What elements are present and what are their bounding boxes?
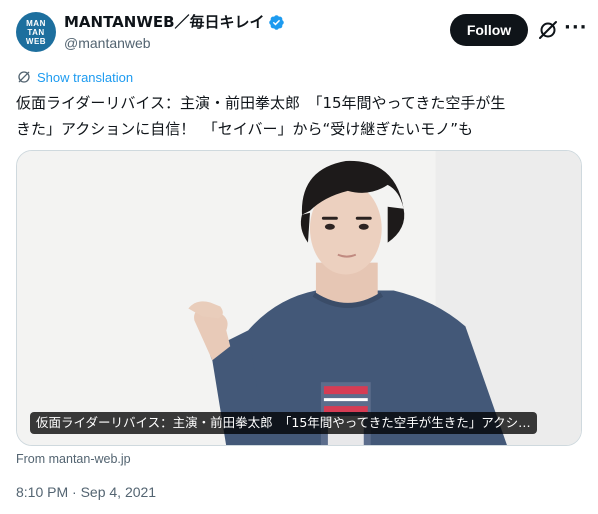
article-photo	[17, 151, 581, 445]
grok-icon[interactable]	[536, 18, 560, 42]
author-block: MANTANWEB／毎日キレイ @mantanweb	[64, 12, 285, 53]
avatar[interactable]: MAN TAN WEB	[16, 12, 56, 52]
show-translation-link[interactable]: Show translation	[16, 69, 133, 85]
link-card[interactable]: 仮面ライダーリバイス：主演・前田拳太郎 「15年間やってきた空手が生きた」アクシ…	[16, 150, 582, 446]
follow-button[interactable]: Follow	[450, 14, 528, 46]
author-handle[interactable]: @mantanweb	[64, 33, 285, 53]
tweet-text: 仮面ライダーリバイス：主演・前田拳太郎 「15年間やってきた空手が生 きた」アク…	[16, 90, 582, 142]
tweet-timestamp[interactable]: 8:10 PM · Sep 4, 2021	[16, 484, 156, 500]
tweet-text-line-2: きた」アクションに自信！ 「セイバー」から“受け継ぎたいモノ”も	[16, 120, 473, 138]
author-name-row[interactable]: MANTANWEB／毎日キレイ	[64, 12, 285, 32]
avatar-line-2: TAN	[27, 27, 45, 37]
tweet-text-line-1: 仮面ライダーリバイス：主演・前田拳太郎 「15年間やってきた空手が生	[16, 94, 506, 112]
author-display-name[interactable]: MANTANWEB／毎日キレイ	[64, 12, 265, 32]
avatar-line-1: MAN	[26, 18, 46, 28]
translate-icon	[18, 71, 30, 83]
more-options-icon[interactable]: ···	[564, 18, 587, 42]
card-title-overlay[interactable]: 仮面ライダーリバイス：主演・前田拳太郎 「15年間やってきた空手が生きた」アクシ…	[30, 412, 537, 434]
show-translation-label[interactable]: Show translation	[37, 70, 133, 85]
tweet-header: MAN TAN WEB MANTANWEB／毎日キレイ @mantanweb F…	[16, 12, 587, 54]
avatar-line-3: WEB	[25, 36, 47, 46]
card-source-link[interactable]: From mantan-web.jp	[16, 452, 131, 466]
verified-badge-icon	[268, 14, 284, 30]
